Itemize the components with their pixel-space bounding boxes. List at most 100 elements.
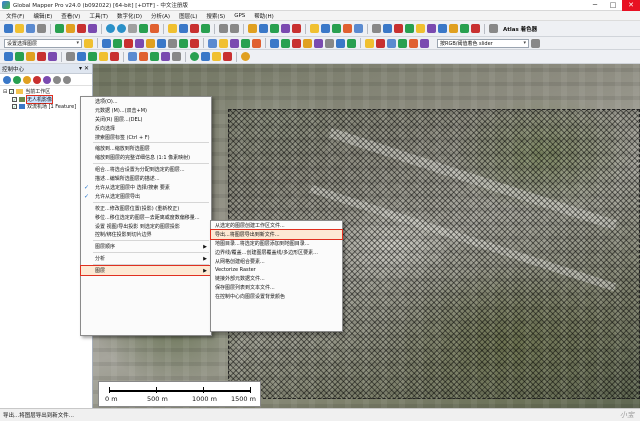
paste-icon[interactable] [88,52,97,61]
panel-pin-close[interactable]: ▾ ✕ [79,65,89,72]
save-icon[interactable] [26,24,35,33]
buffer-tool-icon[interactable] [208,38,217,48]
vertex-tool-icon[interactable] [157,38,166,48]
layer-icon[interactable] [66,24,75,33]
path-icon[interactable] [259,24,268,33]
metadata-icon[interactable] [43,75,51,84]
down-icon[interactable] [63,75,71,84]
menu-allow-export[interactable]: ✓ 允许从选定图层导出 [81,192,211,201]
star-icon[interactable] [310,24,319,33]
tree-icon[interactable] [314,38,323,48]
lidar-icon[interactable] [354,24,363,33]
pole-icon[interactable] [347,38,356,48]
checkbox[interactable]: ✓ [12,104,17,110]
cross-icon[interactable] [376,38,385,48]
collapse-icon[interactable]: ⊟ [3,89,7,95]
scale-tool-icon[interactable] [252,38,261,48]
color-icon[interactable] [150,52,159,61]
menu-zoom-to-layer[interactable]: 缩放到...缩放到所选图层 [81,144,211,153]
pan-icon[interactable] [128,24,137,33]
section-icon[interactable] [365,38,374,48]
menu-close-layer[interactable]: 关闭(R) 图层...(DEL) [81,115,211,124]
menu-bind-projection[interactable]: 控制/绑住投影到切片边界 [81,230,211,239]
zoom-out-icon[interactable] [117,24,126,33]
delete-icon[interactable] [190,24,199,33]
feature-icon[interactable] [84,38,93,48]
layer-select-combo[interactable]: 设置选择图层 ▾ [4,38,82,48]
menu-help[interactable]: 帮助(H) [254,12,273,20]
menu-view[interactable]: 查看(V) [61,12,80,20]
checkbox[interactable]: ✓ [9,89,15,95]
maximize-button[interactable]: □ [604,0,622,11]
menu-shift[interactable]: 移位...移位选定的图层—去距离或度数偏移量... [81,213,211,222]
building-icon[interactable] [303,38,312,48]
fly-icon[interactable] [223,52,232,61]
zoom-in-icon[interactable] [106,24,115,33]
menu-search-labels[interactable]: 搜索图层标签 (Ctrl + F) [81,133,211,142]
menu-vectorize-raster[interactable]: Vectorize Raster [211,265,342,274]
line-tool-icon[interactable] [102,38,111,48]
edit-icon[interactable] [168,24,177,33]
open-icon[interactable] [4,24,13,33]
tree-item-workspace[interactable]: ⊟ ✓ 当前工作区 [3,88,92,96]
profile-icon[interactable] [281,24,290,33]
print-icon[interactable] [37,24,46,33]
text-icon[interactable] [128,52,137,61]
menu-layer[interactable]: 图层 ▶ [80,265,212,277]
pointcloud-icon[interactable] [270,38,279,48]
volume-icon[interactable] [398,38,407,48]
classify-icon[interactable] [281,38,290,48]
ground-icon[interactable] [292,38,301,48]
circle-tool-icon[interactable] [146,38,155,48]
menu-create-from-grid[interactable]: 从网格创建组合要素... [211,257,342,266]
undo-icon[interactable] [219,24,228,33]
expand-icon[interactable] [3,75,11,84]
redo-icon[interactable] [230,24,239,33]
measure-icon[interactable] [179,24,188,33]
full-view-icon[interactable] [139,24,148,33]
menu-options[interactable]: 选项(O)... [81,97,211,106]
menu-layer-order[interactable]: 图层顺序 ▶ [81,242,211,251]
checkbox[interactable]: ✓ [12,96,17,102]
attribute-icon[interactable] [99,52,108,61]
flag-icon[interactable] [394,24,403,33]
aspect-icon[interactable] [420,38,429,48]
menu-allow-select[interactable]: ✓ 允许从选定图层中 选择/搜索 要素 [81,183,211,192]
overview-icon[interactable] [88,24,97,33]
bulb-icon[interactable] [416,24,425,33]
terrain-icon[interactable] [321,24,330,33]
up-icon[interactable] [53,75,61,84]
hand-icon[interactable] [15,52,24,61]
area-tool-icon[interactable] [113,38,122,48]
noise-icon[interactable] [325,38,334,48]
close-layer-icon[interactable] [33,75,41,84]
power-line-icon[interactable] [336,38,345,48]
refresh-icon[interactable] [150,24,159,33]
rotate-tool-icon[interactable] [241,38,250,48]
globe-icon[interactable] [13,75,21,84]
menu-search[interactable]: 搜索(S) [206,12,225,20]
arrow-icon[interactable] [405,24,414,33]
menu-boundary-coverage[interactable]: 边界线/覆盖...创建图层覆盖线/多边形区要素... [211,248,342,257]
menu-rectify[interactable]: 校正...修改图层位置(投影) (重新校正) [81,204,211,213]
play-icon[interactable] [190,52,199,61]
sun-icon[interactable] [241,52,250,61]
pencil-icon[interactable] [26,52,35,61]
shape-icon[interactable] [449,24,458,33]
menu-layer[interactable]: 图层(L) [179,12,197,20]
watershed-icon[interactable] [343,24,352,33]
menu-metadata[interactable]: 元数据 (M)...(双击+M) [81,106,211,115]
snap-tool-icon[interactable] [219,38,228,48]
symbol-icon[interactable] [161,52,170,61]
move-tool-icon[interactable] [230,38,239,48]
menu-create-workspace[interactable]: 从选定的图层创建工作区文件... [211,221,342,230]
menu-analysis[interactable]: 分析 ▶ [81,254,211,263]
folder-icon[interactable] [15,24,24,33]
menu-group[interactable]: 组合...将选合设置为分配到选定的图层... [81,165,211,174]
control-center-icon[interactable] [77,24,86,33]
menu-description[interactable]: 描述...编辑所选图层的描述... [81,174,211,183]
menu-file[interactable]: 文件(F) [6,12,24,20]
tree-item-airport[interactable]: ✓ 双流机场 [1 Feature] [3,103,92,111]
minimize-button[interactable]: ─ [586,0,604,11]
tree-item-drone-imagery[interactable]: ✓ 无人机影像 [3,94,92,104]
